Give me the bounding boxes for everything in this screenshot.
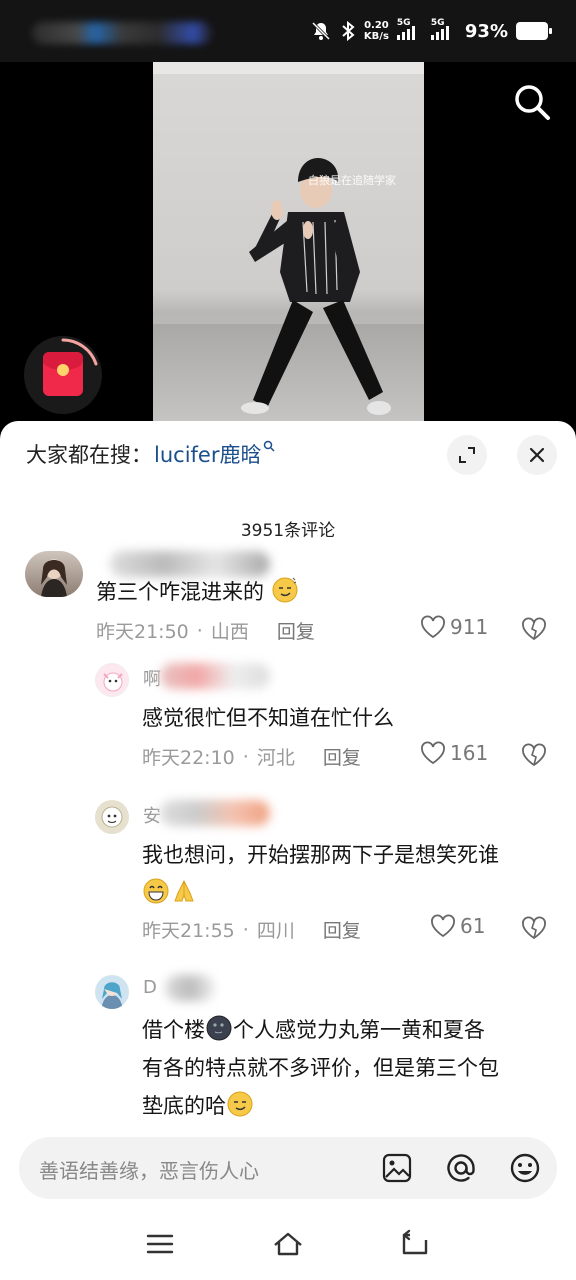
username-blurred[interactable] — [160, 800, 270, 826]
signal-sim2-icon: 5G — [430, 18, 457, 40]
heart-icon — [431, 914, 455, 938]
video-frame[interactable]: 白狼是在追随学家 — [153, 62, 424, 442]
reply-button[interactable]: 回复 — [323, 743, 361, 770]
battery-percentage: 93% — [464, 20, 508, 42]
comment-meta: 昨天21:50 · 山西 回复 — [96, 617, 315, 644]
search-suggestion[interactable]: 大家都在搜： lucifer鹿晗 — [26, 439, 276, 469]
dancer-figure — [241, 158, 391, 415]
suggestion-keyword[interactable]: lucifer鹿晗 — [154, 439, 261, 469]
username-blurred[interactable] — [165, 975, 215, 1001]
network-speed: 0.20 KB/s — [363, 20, 389, 42]
comment-input[interactable]: 善语结善缘，恶言伤人心 — [19, 1137, 557, 1199]
video-area[interactable]: 白狼是在追随学家 — [0, 62, 576, 442]
reply-button[interactable]: 回复 — [277, 617, 315, 644]
username-initial[interactable]: 安 — [143, 802, 161, 828]
heart-icon — [421, 741, 445, 765]
smirk-emoji-icon — [272, 577, 298, 603]
heart-icon — [421, 615, 445, 639]
expand-button[interactable] — [447, 435, 487, 475]
close-button[interactable] — [517, 435, 557, 475]
battery-icon — [516, 22, 552, 40]
image-icon[interactable] — [379, 1150, 415, 1186]
comment-text: 感觉很忙但不知道在忙什么 — [142, 706, 394, 730]
video-watermark: 白狼是在追随学家 — [308, 174, 396, 187]
dark-moon-emoji-icon — [206, 1015, 232, 1041]
username-blurred[interactable] — [160, 663, 270, 689]
reply-button[interactable]: 回复 — [323, 916, 361, 943]
praying-hands-emoji-icon — [174, 879, 194, 902]
comment-text: 第三个咋混进来的 — [96, 573, 299, 611]
username-initial[interactable]: D — [143, 977, 157, 998]
like-button[interactable]: 61 — [430, 914, 485, 938]
comment-item: 第三个咋混进来的 昨天21:50 · 山西 回复 911 — [0, 547, 576, 657]
comment-meta: 昨天21:55 · 四川 回复 — [142, 916, 361, 943]
home-icon[interactable] — [272, 1228, 304, 1260]
comment-sheet: 大家都在搜： lucifer鹿晗 3951条评论 第三个咋混进来的 昨天21:5… — [0, 421, 576, 1280]
avatar[interactable] — [95, 800, 129, 834]
username-initial[interactable]: 啊 — [143, 665, 161, 691]
comment-item: 安 我也想问，开始摆那两下子是想笑死谁 昨天21:55 · 四川 回复 61 — [0, 796, 576, 956]
like-button[interactable]: 161 — [420, 741, 488, 765]
like-count: 161 — [450, 741, 489, 765]
status-bar: 0.20 KB/s 5G 5G 93% — [0, 0, 576, 62]
comment-item: 啊 感觉很忙但不知道在忙什么 昨天22:10 · 河北 回复 161 — [0, 659, 576, 779]
smirk-emoji-icon — [227, 1091, 253, 1117]
grinning-emoji-icon — [143, 878, 169, 904]
dislike-heart-icon[interactable] — [520, 914, 548, 942]
like-count: 911 — [450, 615, 489, 639]
comment-text: 借个楼 个人感觉力丸第一黄和夏各 有各的特点就不多评价，但是第三个包 垫底的哈 — [142, 1011, 562, 1125]
notification-icons-blurred — [32, 22, 212, 44]
comment-count: 3951条评论 — [240, 521, 336, 541]
red-packet-button[interactable] — [24, 336, 102, 414]
comment-item: D 借个楼 个人感觉力丸第一黄和夏各 有各的特点就不多评价，但是第三个包 垫底的哈 — [0, 971, 576, 1131]
mute-bell-icon — [311, 21, 330, 41]
mention-icon[interactable] — [443, 1150, 479, 1186]
comment-text: 我也想问，开始摆那两下子是想笑死谁 — [142, 836, 557, 912]
avatar[interactable] — [25, 551, 83, 597]
suggestion-prefix: 大家都在搜： — [26, 443, 152, 467]
emoji-icon[interactable] — [507, 1150, 543, 1186]
expand-icon — [459, 447, 475, 463]
search-icon[interactable] — [512, 82, 552, 122]
avatar[interactable] — [95, 975, 129, 1009]
like-button[interactable]: 911 — [420, 615, 488, 639]
small-search-icon — [263, 440, 276, 456]
menu-icon[interactable] — [144, 1228, 176, 1260]
system-navigation-bar — [0, 1210, 576, 1280]
bluetooth-icon — [342, 20, 355, 42]
red-envelope-icon — [43, 352, 83, 396]
comment-meta: 昨天22:10 · 河北 回复 — [142, 743, 361, 770]
avatar[interactable] — [95, 663, 129, 697]
like-count: 61 — [460, 914, 486, 938]
close-icon — [529, 447, 545, 463]
dislike-heart-icon[interactable] — [520, 615, 548, 643]
dislike-heart-icon[interactable] — [520, 741, 548, 769]
signal-sim1-icon: 5G — [396, 18, 423, 40]
back-icon[interactable] — [400, 1228, 432, 1260]
comment-input-placeholder: 善语结善缘，恶言伤人心 — [39, 1159, 259, 1183]
